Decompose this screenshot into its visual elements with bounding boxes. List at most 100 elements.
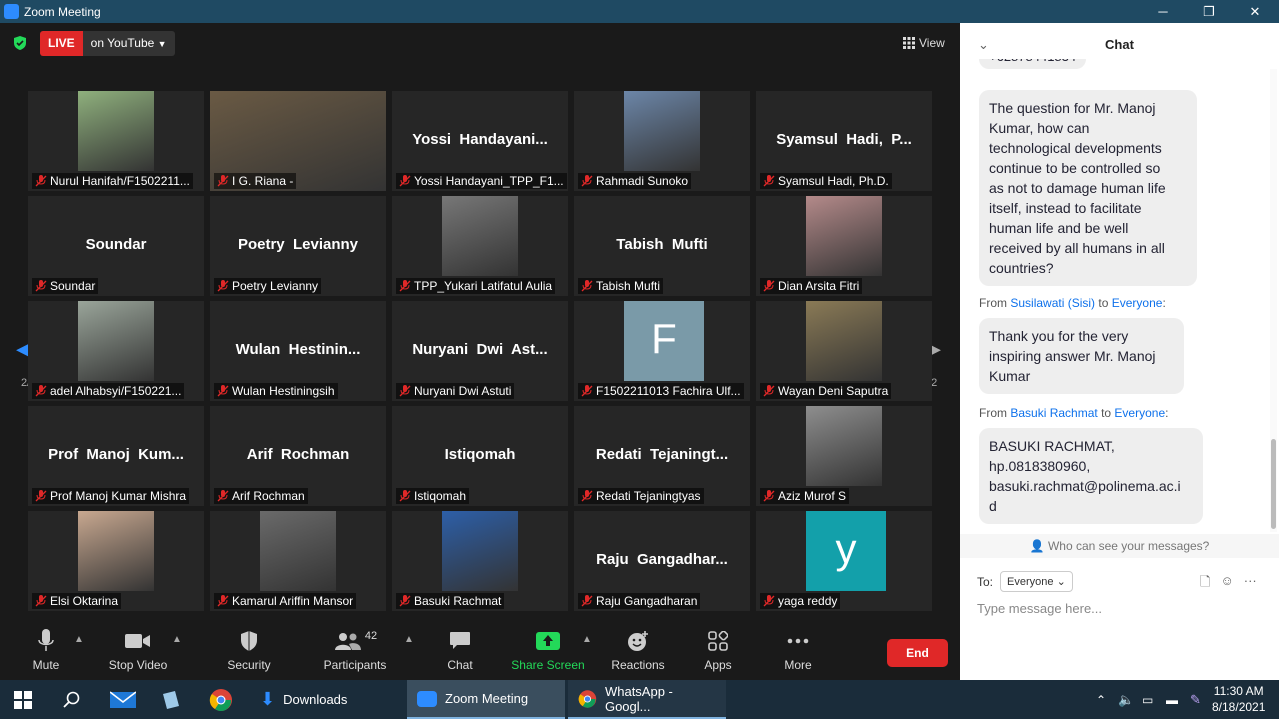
sender-name[interactable]: Basuki Rachmat: [1010, 406, 1097, 420]
participant-video: [806, 301, 882, 381]
taskbar-zoom-meeting[interactable]: Zoom Meeting: [407, 680, 565, 719]
zoom-app: Zoom Meeting ─ ❐ ✕ LIVE on YouTube ▼ Vie…: [0, 0, 1279, 719]
windows-start-icon[interactable]: [14, 680, 32, 719]
close-button[interactable]: ✕: [1232, 2, 1278, 21]
battery-icon[interactable]: ▬: [1166, 680, 1178, 719]
participant-tile[interactable]: Aziz Murof S: [756, 406, 932, 506]
system-clock[interactable]: 11:30 AM 8/18/2021: [1212, 683, 1265, 715]
participant-name-label: Tabish Mufti: [578, 278, 664, 294]
share-screen-label: Share Screen: [511, 658, 585, 672]
participant-tile[interactable]: Poetry Levianny Poetry Levianny: [210, 196, 386, 296]
minimize-button[interactable]: ─: [1140, 2, 1186, 21]
participant-tile[interactable]: Redati Tejaningt... Redati Tejaningtyas: [574, 406, 750, 506]
participant-video: [260, 511, 336, 591]
participant-name-label: TPP_Yukari Latifatul Aulia: [396, 278, 556, 294]
participant-tile[interactable]: F F1502211013 Fachira Ulf...: [574, 301, 750, 401]
participant-tile[interactable]: Dian Arsita Fitri: [756, 196, 932, 296]
muted-mic-icon: [399, 490, 411, 502]
who-can-see-messages-link[interactable]: 👤 Who can see your messages?: [960, 534, 1279, 558]
participant-name-label: Nurul Hanifah/F1502211...: [32, 173, 193, 189]
stop-video-button[interactable]: Stop Video: [98, 628, 178, 672]
taskbar-whatsapp-chrome[interactable]: WhatsApp - Googl...: [568, 680, 726, 719]
participant-tile[interactable]: Wayan Deni Saputra: [756, 301, 932, 401]
chevron-down-icon: ▼: [157, 39, 167, 49]
more-options-icon[interactable]: ···: [1244, 573, 1257, 595]
participant-name-label: Rahmadi Sunoko: [578, 173, 692, 189]
participant-tile[interactable]: TPP_Yukari Latifatul Aulia: [392, 196, 568, 296]
participant-tile[interactable]: Nurul Hanifah/F1502211...: [28, 91, 204, 191]
recipient-name[interactable]: Everyone: [1114, 406, 1165, 420]
reactions-button[interactable]: Reactions: [598, 628, 678, 672]
muted-mic-icon: [763, 175, 775, 187]
participant-tile[interactable]: Arif Rochman Arif Rochman: [210, 406, 386, 506]
live-stream-menu[interactable]: LIVE on YouTube ▼: [40, 31, 175, 56]
participant-tile[interactable]: Yossi Handayani... Yossi Handayani_TPP_F1…: [392, 91, 568, 191]
participants-options-caret-icon[interactable]: ▲: [404, 634, 414, 645]
sender-name[interactable]: Susilawati (Sisi): [1010, 296, 1095, 310]
speaker-icon[interactable]: 🔈: [1118, 680, 1134, 719]
muted-mic-icon: [217, 280, 229, 292]
participant-tile[interactable]: Syamsul Hadi, P... Syamsul Hadi, Ph.D.: [756, 91, 932, 191]
participant-tile[interactable]: adel Alhabsyi/F150221...: [28, 301, 204, 401]
mute-options-caret-icon[interactable]: ▲: [74, 634, 84, 645]
participants-button[interactable]: 42 Participants: [315, 628, 395, 672]
participant-name-label: Dian Arsita Fitri: [760, 278, 863, 294]
more-dots-icon: [787, 638, 809, 644]
recipient-dropdown[interactable]: Everyone ⌄: [1000, 571, 1073, 592]
chat-button[interactable]: Chat: [420, 628, 500, 672]
participant-tile[interactable]: Rahmadi Sunoko: [574, 91, 750, 191]
participant-name-label: Wulan Hestiningsih: [214, 383, 338, 399]
participant-tile[interactable]: Basuki Rachmat: [392, 511, 568, 611]
participant-name-label: Redati Tejaningtyas: [578, 488, 704, 504]
chat-scrollbar[interactable]: [1270, 69, 1277, 532]
participant-tile[interactable]: I G. Riana -: [210, 91, 386, 191]
participant-tile[interactable]: Raju Gangadhar... Raju Gangadharan: [574, 511, 750, 611]
chat-message-input[interactable]: Type message here...: [977, 601, 1102, 616]
zoom-app-icon: [4, 4, 19, 19]
chat-message: Thank you for the very inspiring answer …: [979, 318, 1184, 394]
notes-app-icon[interactable]: [160, 680, 182, 719]
participant-name-label: Basuki Rachmat: [396, 593, 505, 609]
apps-button[interactable]: Apps: [678, 628, 758, 672]
title-bar: Zoom Meeting ─ ❐ ✕: [0, 0, 1279, 23]
participant-tile[interactable]: Elsi Oktarina: [28, 511, 204, 611]
participant-tile[interactable]: Wulan Hestinin... Wulan Hestiningsih: [210, 301, 386, 401]
participant-tile[interactable]: Kamarul Ariffin Mansor: [210, 511, 386, 611]
video-options-caret-icon[interactable]: ▲: [172, 634, 182, 645]
participant-name-label: Nuryani Dwi Astuti: [396, 383, 515, 399]
taskbar-downloads[interactable]: ⬇ Downloads: [250, 680, 404, 719]
participant-display-name: Soundar: [85, 236, 147, 253]
tray-chevron-up-icon[interactable]: ⌃: [1096, 680, 1106, 719]
mail-icon[interactable]: [110, 680, 136, 719]
participants-icon: [334, 633, 361, 650]
file-icon[interactable]: 🗋: [1200, 573, 1210, 595]
view-button[interactable]: View: [903, 36, 945, 50]
security-shield-icon[interactable]: [12, 35, 28, 51]
participant-tile[interactable]: Tabish Mufti Tabish Mufti: [574, 196, 750, 296]
scrollbar-thumb[interactable]: [1271, 439, 1276, 529]
more-label: More: [784, 658, 812, 672]
participant-tile[interactable]: Soundar Soundar: [28, 196, 204, 296]
emoji-icon[interactable]: ☺: [1220, 573, 1233, 595]
recipient-name[interactable]: Everyone: [1112, 296, 1163, 310]
security-button[interactable]: Security: [209, 628, 289, 672]
share-screen-button[interactable]: Share Screen: [508, 628, 588, 672]
muted-mic-icon: [581, 595, 593, 607]
participant-tile[interactable]: Istiqomah Istiqomah: [392, 406, 568, 506]
maximize-button[interactable]: ❐: [1186, 2, 1232, 21]
muted-mic-icon: [217, 175, 229, 187]
security-label: Security: [227, 658, 271, 672]
participant-display-name: Redati Tejaningt...: [595, 446, 729, 463]
share-options-caret-icon[interactable]: ▲: [582, 634, 592, 645]
participant-tile[interactable]: Prof Manoj Kum... Prof Manoj Kumar Mishra: [28, 406, 204, 506]
meeting-toolbar: Mute ▲ Stop Video ▲ Security 42 Particip…: [0, 620, 960, 680]
chrome-icon[interactable]: [209, 680, 233, 719]
pen-icon[interactable]: ✎: [1190, 680, 1201, 719]
end-meeting-button[interactable]: End: [887, 639, 948, 667]
network-icon[interactable]: ▭: [1142, 680, 1153, 719]
muted-mic-icon: [399, 280, 411, 292]
more-button[interactable]: More: [758, 628, 838, 672]
participant-tile[interactable]: Nuryani Dwi Ast... Nuryani Dwi Astuti: [392, 301, 568, 401]
participant-tile[interactable]: y yaga reddy: [756, 511, 932, 611]
search-icon[interactable]: [63, 680, 81, 719]
